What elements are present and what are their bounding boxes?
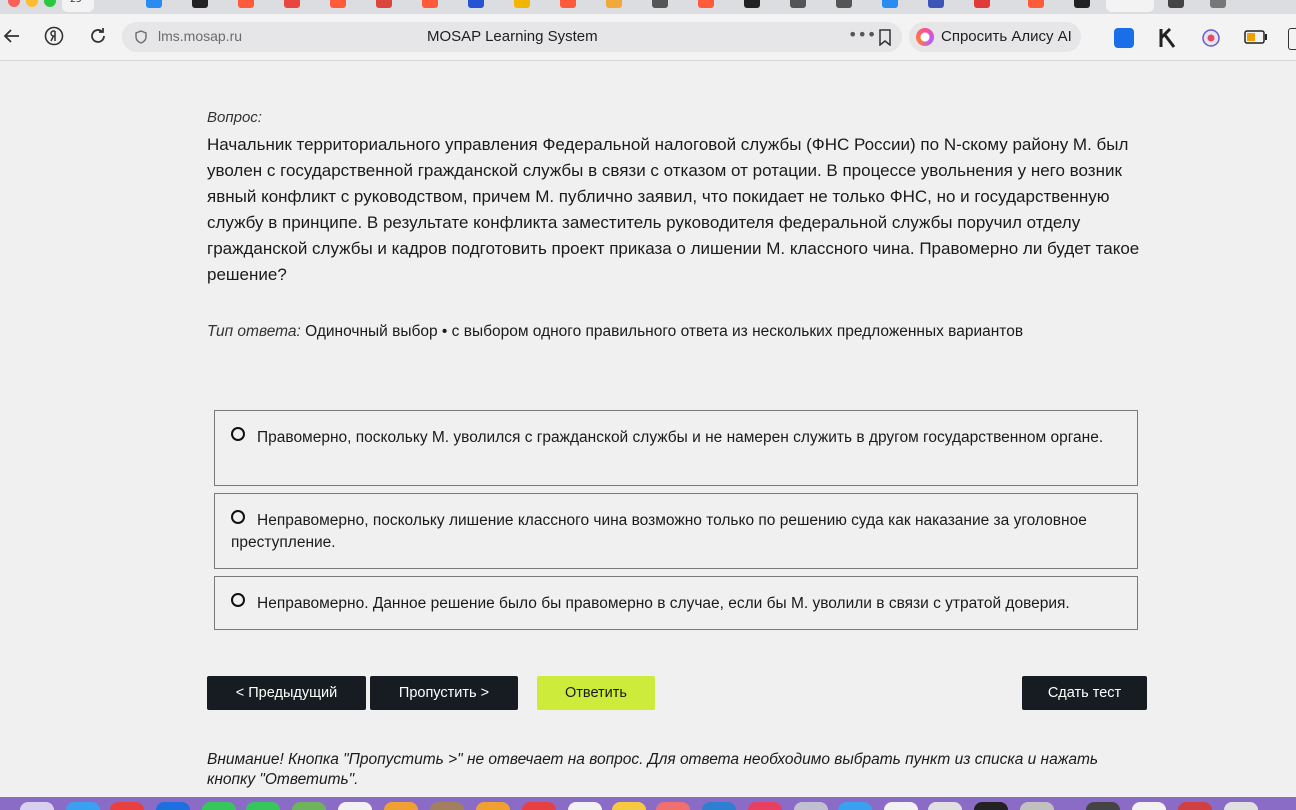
dock-app-icon[interactable] [794,802,828,810]
dock-app-icon[interactable] [292,802,326,810]
tab-icon-yellow[interactable] [514,0,530,8]
extension-icon-blue[interactable] [1114,28,1134,48]
tab-icon-red[interactable] [1028,0,1044,8]
reload-icon [91,28,105,43]
yandex-button[interactable] [42,24,66,48]
tab-icon-gray[interactable] [836,0,852,8]
dock-app-icon[interactable] [884,802,918,810]
option-text: Неправомерно. Данное решение было бы пра… [257,595,1070,612]
question-label: Вопрос: [207,109,262,126]
dock-app-icon[interactable] [568,802,602,810]
page-title-text: MOSAP Learning System [427,28,598,45]
skip-button[interactable]: Пропустить > [370,676,518,710]
tab-icon-orange[interactable] [606,0,622,8]
tab-icon-blue[interactable] [146,0,162,8]
dock-app-icon[interactable] [384,802,418,810]
back-arrow-icon [3,29,19,43]
answer-type-label: Тип ответа: [207,323,301,340]
dock-app-icon[interactable] [246,802,280,810]
tab-icon-dark[interactable] [744,0,760,8]
tab-current[interactable] [1106,0,1154,12]
tab-icon-bookmark[interactable] [1074,0,1090,8]
dock-app-icon[interactable] [1224,802,1258,810]
extension-circle-icon[interactable] [1201,28,1221,48]
alice-icon [916,28,934,46]
tab-icon-red[interactable] [560,0,576,8]
bookmark-icon[interactable] [878,29,892,46]
address-bar[interactable]: lms.mosap.ru MOSAP Learning System ••• [122,22,902,52]
dock-app-icon[interactable] [974,802,1008,810]
dock-app-icon[interactable] [656,802,690,810]
tab-icon-red[interactable] [238,0,254,8]
tab-icon-blue[interactable] [882,0,898,8]
dock-app-icon[interactable] [748,802,782,810]
radio-button-icon[interactable] [231,427,245,441]
option-text: Правомерно, поскольку М. уволился с граж… [257,429,1104,446]
tab-icon-bookmark[interactable] [192,0,208,8]
browser-toolbar: lms.mosap.ru MOSAP Learning System ••• С… [0,14,1296,61]
skip-warning: Внимание! Кнопка "Пропустить >" не отвеч… [207,751,1099,788]
ask-alice-button[interactable]: Спросить Алису AI [909,22,1081,52]
submit-test-button[interactable]: Сдать тест [1022,676,1147,710]
dock-app-icon[interactable] [430,802,464,810]
maximize-window-icon[interactable] [44,0,56,7]
dock-app-icon[interactable] [702,802,736,810]
dock-app-icon[interactable] [1132,802,1166,810]
minimize-window-icon[interactable] [26,0,38,7]
reload-button[interactable] [86,24,110,48]
previous-button[interactable]: < Предыдущий [207,676,366,710]
dock-app-icon[interactable] [476,802,510,810]
tab-active[interactable]: 23 [62,0,94,12]
url-text: lms.mosap.ru [158,28,243,44]
battery-icon[interactable] [1244,30,1268,44]
dock-app-icon[interactable] [1178,802,1212,810]
dock-app-icon[interactable] [202,802,236,810]
dock-app-icon[interactable] [612,802,646,810]
yandex-icon [44,26,64,46]
radio-button-icon[interactable] [231,510,245,524]
back-button[interactable] [0,24,24,48]
sidebar-toggle-icon[interactable] [1288,28,1296,50]
alice-label: Спросить Алису AI [941,28,1072,45]
answer-type-value: Одиночный выбор • с выбором одного прави… [305,323,1024,340]
dock-app-icon[interactable] [66,802,100,810]
extension-k-icon[interactable] [1157,28,1179,48]
option-text: Неправомерно, поскольку лишение классног… [231,512,1087,551]
shield-icon[interactable] [134,30,148,44]
tab-icon-blue[interactable] [928,0,944,8]
tab-icon-gray[interactable] [652,0,668,8]
question-text: Начальник территориального управления Фе… [207,135,1140,284]
dock-app-icon[interactable] [20,802,54,810]
more-icon[interactable]: ••• [848,25,876,44]
tab-icon-blue[interactable] [468,0,484,8]
dock-app-icon[interactable] [110,802,144,810]
answer-option-1[interactable]: Правомерно, поскольку М. уволился с граж… [214,410,1138,486]
answer-option-3[interactable]: Неправомерно. Данное решение было бы пра… [214,576,1138,630]
dock-app-icon[interactable] [1086,802,1120,810]
tab-icon-gray[interactable] [790,0,806,8]
tab-badge: 23 [70,0,82,5]
dock-app-icon[interactable] [156,802,190,810]
radio-button-icon[interactable] [231,593,245,607]
tab-icon-red[interactable] [330,0,346,8]
tab-icon-red[interactable] [698,0,714,8]
dock-app-icon[interactable] [522,802,556,810]
tab-icon-dark[interactable] [1168,0,1184,8]
tab-icon-gray[interactable] [1210,0,1226,8]
dock-app-icon[interactable] [928,802,962,810]
dock [0,797,1296,810]
tab-strip: 23 [0,0,1296,14]
dock-app-icon[interactable] [1020,802,1054,810]
close-window-icon[interactable] [8,0,20,7]
tab-icon-red[interactable] [376,0,392,8]
tab-icon-red[interactable] [284,0,300,8]
answer-button[interactable]: Ответить [537,676,655,710]
tab-icon-red[interactable] [422,0,438,8]
answer-option-2[interactable]: Неправомерно, поскольку лишение классног… [214,493,1138,569]
answer-type: Тип ответа: Одиночный выбор • с выбором … [207,323,1023,341]
tab-icon-red[interactable] [974,0,990,8]
dock-app-icon[interactable] [338,802,372,810]
dock-app-icon[interactable] [838,802,872,810]
